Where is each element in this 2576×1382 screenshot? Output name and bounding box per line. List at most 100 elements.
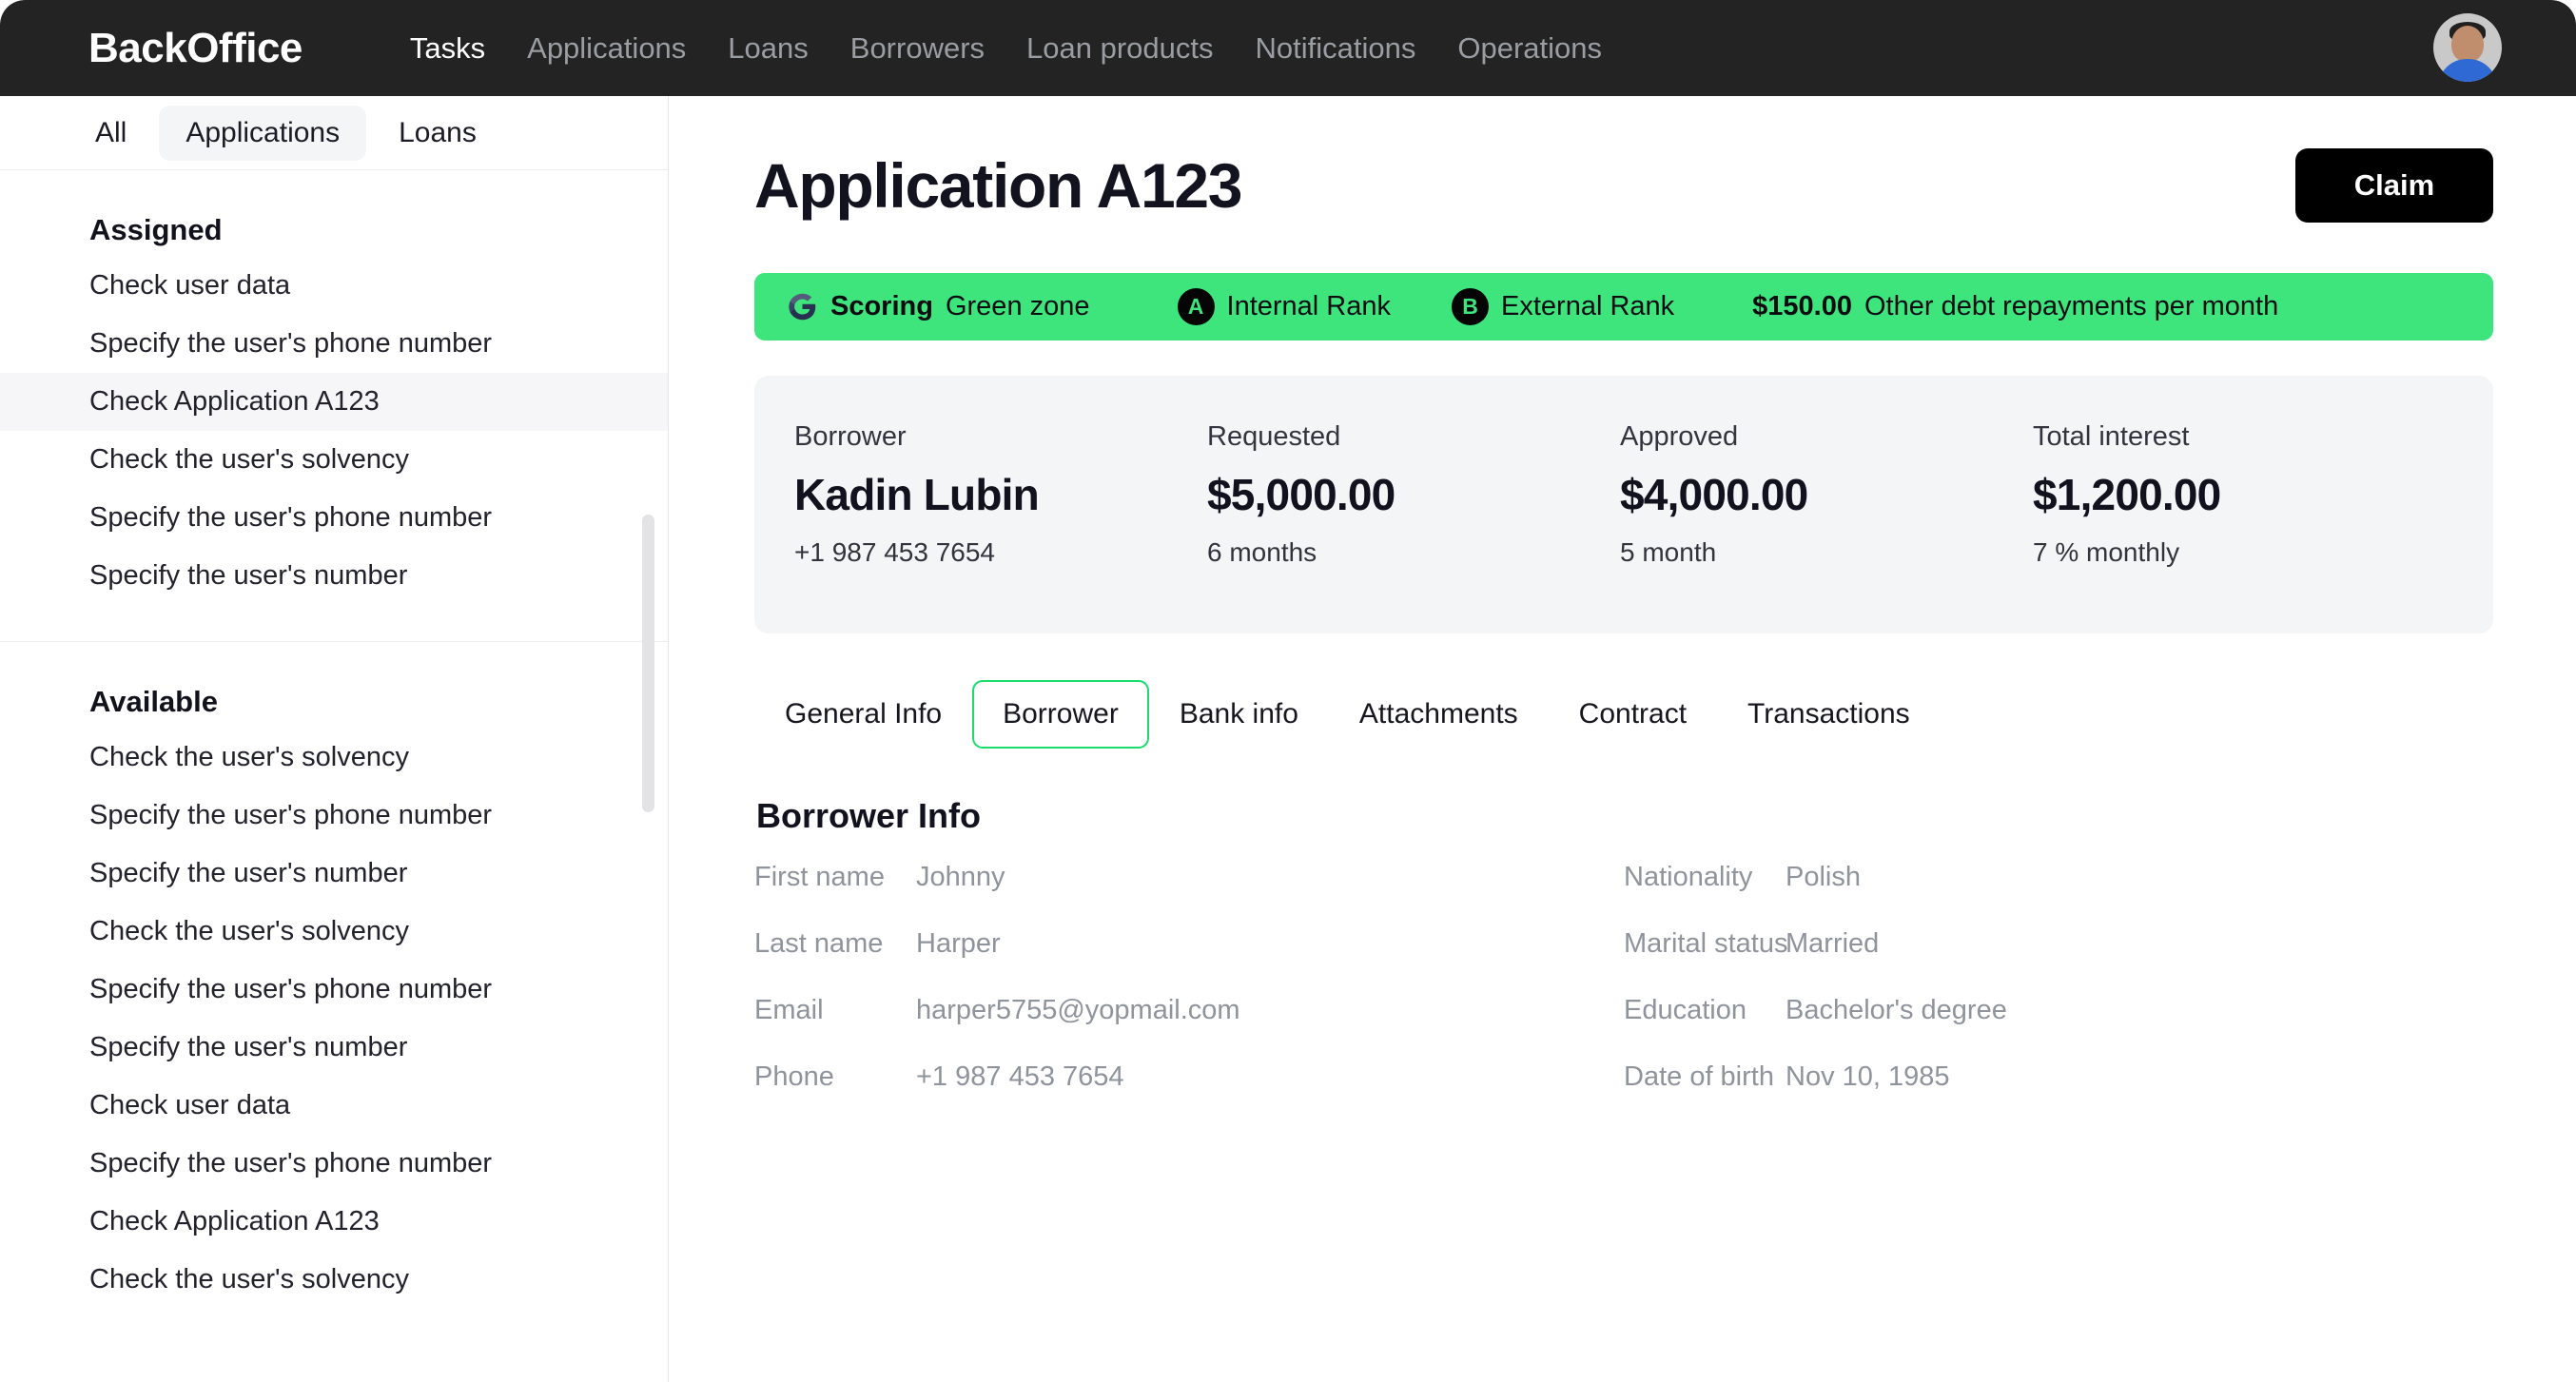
task-list-item[interactable]: Specify the user's number — [0, 1019, 668, 1077]
detail-tabs: General Info Borrower Bank info Attachments… — [754, 680, 2493, 749]
task-list-item[interactable]: Check user data — [0, 257, 668, 315]
internal-rank-badge: A — [1177, 288, 1215, 325]
nav-link-loan-products[interactable]: Loan products — [1005, 31, 1234, 66]
field-value: Bachelor's degree — [1786, 995, 2007, 1025]
field-value: Harper — [916, 928, 1001, 959]
tab-attachments[interactable]: Attachments — [1329, 680, 1549, 749]
other-debt-amount: $150.00 — [1752, 291, 1852, 321]
left-field-keys: First name Last name Email Phone — [754, 861, 916, 1127]
sidebar-filter-all[interactable]: All — [68, 106, 153, 161]
task-list-item[interactable]: Check Application A123 — [0, 373, 668, 431]
assigned-section: Assigned Check user data Specify the user… — [0, 213, 668, 605]
summary-column: Requested $5,000.00 6 months — [1207, 421, 1620, 633]
nav-link-applications[interactable]: Applications — [506, 31, 707, 66]
nav-link-loans[interactable]: Loans — [707, 31, 829, 66]
summary-subtext: 6 months — [1207, 537, 1317, 567]
sidebar-filter-applications[interactable]: Applications — [159, 105, 367, 161]
scoring-label: Scoring — [830, 291, 933, 321]
task-list-item[interactable]: Check user data — [0, 1077, 668, 1135]
tab-borrower[interactable]: Borrower — [972, 680, 1149, 749]
tab-transactions[interactable]: Transactions — [1717, 680, 1941, 749]
external-rank-badge: B — [1452, 288, 1490, 325]
summary-column: Total interest $1,200.00 7 % monthly — [2033, 421, 2446, 633]
sidebar-scrollbar[interactable] — [642, 472, 654, 1382]
assigned-heading: Assigned — [89, 213, 223, 246]
scoring-banner: Scoring Green zone A Internal Rank B Ext… — [754, 273, 2493, 341]
borrower-info-left-column: First name Last name Email Phone Johnny Harp… — [754, 861, 1624, 1127]
nav-link-notifications[interactable]: Notifications — [1235, 31, 1437, 66]
borrower-info-grid: First name Last name Email Phone Johnny Harp… — [754, 861, 2493, 1127]
task-list-item[interactable]: Specify the user's phone number — [0, 315, 668, 373]
field-value: +1 987 453 7654 — [916, 1061, 1124, 1092]
summary-column: Approved $4,000.00 5 month — [1620, 421, 2033, 633]
summary-subtext: 7 % monthly — [2033, 537, 2180, 567]
other-debt-group: $150.00 Other debt repayments per month — [1752, 291, 2278, 322]
page-header: Application A123 Claim — [754, 96, 2493, 223]
task-list-item[interactable]: Specify the user's number — [0, 547, 668, 605]
summary-label: Total interest — [2033, 421, 2190, 452]
sidebar-scrollbar-thumb[interactable] — [642, 515, 654, 812]
internal-rank-group: A Internal Rank — [1177, 288, 1392, 325]
available-task-list: Check the user's solvency Specify the use… — [0, 729, 668, 1309]
tab-contract[interactable]: Contract — [1549, 680, 1717, 749]
page-title: Application A123 — [754, 150, 1243, 221]
external-rank-label: External Rank — [1501, 291, 1675, 321]
app-window: BackOffice Tasks Applications Loans Borrowe… — [0, 0, 2576, 1382]
tab-general-info[interactable]: General Info — [754, 680, 972, 749]
brand-logo[interactable]: BackOffice — [88, 25, 302, 72]
assigned-task-list: Check user data Specify the user's phone … — [0, 257, 668, 605]
tab-bank-info[interactable]: Bank info — [1149, 680, 1329, 749]
summary-column: Borrower Kadin Lubin +1 987 453 7654 — [794, 421, 1207, 633]
field-value: Nov 10, 1985 — [1786, 1061, 1950, 1092]
summary-value: $1,200.00 — [2033, 470, 2221, 519]
available-section: Available Check the user's solvency Speci… — [0, 685, 668, 1309]
nav-link-tasks[interactable]: Tasks — [389, 31, 506, 66]
main-nav-links: Tasks Applications Loans Borrowers Loan prod… — [389, 31, 1623, 66]
summary-label: Requested — [1207, 421, 1341, 452]
available-heading: Available — [89, 685, 218, 718]
task-list-item[interactable]: Check the user's solvency — [0, 431, 668, 489]
summary-value: Kadin Lubin — [794, 470, 1040, 519]
task-list-item[interactable]: Specify the user's phone number — [0, 1135, 668, 1193]
nav-link-borrowers[interactable]: Borrowers — [829, 31, 1005, 66]
task-list-item[interactable]: Specify the user's phone number — [0, 787, 668, 845]
right-field-keys: Nationality Marital status Education Date o… — [1624, 861, 1787, 1127]
internal-rank-label: Internal Rank — [1226, 291, 1392, 321]
other-debt-label: Other debt repayments per month — [1864, 291, 2279, 321]
task-list-item[interactable]: Specify the user's phone number — [0, 961, 668, 1019]
scoring-value: Green zone — [945, 291, 1090, 321]
nav-link-operations[interactable]: Operations — [1436, 31, 1623, 66]
summary-label: Approved — [1620, 421, 1739, 452]
avatar-shirt — [2438, 59, 2497, 82]
borrower-info-heading: Borrower Info — [756, 796, 982, 835]
borrower-info-right-column: Nationality Marital status Education Date o… — [1624, 861, 2493, 1127]
sidebar-divider — [0, 641, 668, 642]
summary-subtext: +1 987 453 7654 — [794, 537, 995, 567]
right-field-values: Polish Married Bachelor's degree Nov 10, 19… — [1786, 861, 2007, 1127]
field-value: harper5755@yopmail.com — [916, 995, 1240, 1025]
field-value: Johnny — [916, 862, 1005, 892]
sidebar-filter-tabs: All Applications Loans — [0, 96, 668, 170]
sidebar-filter-loans[interactable]: Loans — [372, 106, 503, 161]
loan-summary-card: Borrower Kadin Lubin +1 987 453 7654 Reques… — [754, 376, 2493, 633]
avatar-face — [2451, 26, 2484, 62]
task-list-item[interactable]: Specify the user's number — [0, 845, 668, 903]
task-list-item[interactable]: Check Application A123 — [0, 1193, 668, 1251]
scoring-zone-group: Scoring Green zone — [787, 291, 1090, 322]
main-content: Application A123 Claim Scoring Green zon… — [669, 96, 2576, 1382]
summary-value: $5,000.00 — [1207, 470, 1395, 519]
task-list-item[interactable]: Check the user's solvency — [0, 729, 668, 787]
google-g-icon — [789, 293, 816, 321]
task-list-item[interactable]: Check the user's solvency — [0, 1251, 668, 1309]
left-field-values: Johnny Harper harper5755@yopmail.com +1 987… — [916, 861, 1240, 1127]
external-rank-group: B External Rank — [1452, 288, 1674, 325]
summary-value: $4,000.00 — [1620, 470, 1808, 519]
task-list-item[interactable]: Check the user's solvency — [0, 903, 668, 961]
summary-label: Borrower — [794, 421, 907, 452]
summary-subtext: 5 month — [1620, 537, 1717, 567]
claim-button[interactable]: Claim — [2295, 148, 2493, 223]
user-avatar[interactable] — [2433, 13, 2502, 82]
field-value: Married — [1786, 928, 1880, 959]
field-value: Polish — [1786, 862, 1861, 892]
task-list-item[interactable]: Specify the user's phone number — [0, 489, 668, 547]
